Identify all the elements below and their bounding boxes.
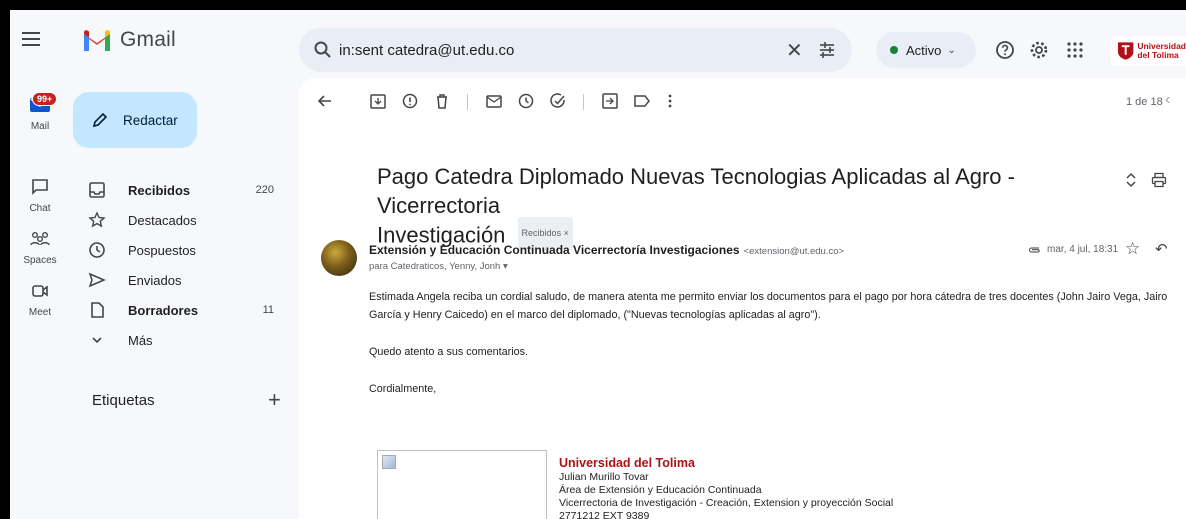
gmail-m-icon <box>84 30 110 51</box>
archive-icon[interactable] <box>369 92 387 110</box>
recipients-toggle[interactable]: para Catedraticos, Yenny, Jonh ▾ <box>369 261 508 272</box>
chevron-down-icon <box>92 337 102 344</box>
body-paragraph: Cordialmente, <box>369 383 437 395</box>
apps-grid-icon[interactable] <box>1065 40 1085 60</box>
nav-label: Enviados <box>128 272 182 288</box>
nav-item-sent[interactable]: Enviados <box>70 264 286 296</box>
main-menu-icon[interactable] <box>22 32 40 46</box>
status-dropdown[interactable]: Activo ⌄ <box>876 32 976 68</box>
nav-count: 11 <box>262 304 274 316</box>
chevron-left-icon[interactable]: ‹ <box>1165 91 1170 109</box>
sender-line: Extensión y Educación Continuada Vicerre… <box>369 243 844 257</box>
nav-item-drafts[interactable]: Borradores 11 <box>70 294 286 326</box>
gmail-logo[interactable]: Gmail <box>82 28 176 52</box>
delete-icon[interactable] <box>433 92 451 110</box>
add-label-icon[interactable]: + <box>268 387 281 413</box>
nav-label: Borradores <box>128 302 199 318</box>
app-rail: 99+ Mail Chat Spaces Meet <box>10 78 70 519</box>
expand-all-icon[interactable] <box>1123 172 1139 188</box>
clock-icon <box>89 242 105 258</box>
mail-navigation: Redactar Recibidos 220 Destacados Pospue… <box>70 78 290 519</box>
nav-label: Pospuestos <box>128 242 196 258</box>
move-to-icon[interactable] <box>601 92 619 110</box>
body-paragraph: Quedo atento a sus comentarios. <box>369 346 529 358</box>
send-icon <box>88 272 106 288</box>
rail-item-mail[interactable]: 99+ Mail <box>10 92 70 132</box>
nav-item-starred[interactable]: Destacados <box>70 204 286 236</box>
account-org-logo[interactable]: Universidad del Tolima <box>1111 36 1186 66</box>
nav-item-snoozed[interactable]: Pospuestos <box>70 234 286 266</box>
nav-item-inbox[interactable]: Recibidos 220 <box>70 174 286 206</box>
gmail-window: Gmail ✕ Activo ⌄ <box>10 10 1186 519</box>
rail-label: Spaces <box>23 255 57 266</box>
top-bar: Gmail ✕ Activo ⌄ <box>10 10 1186 78</box>
meet-icon <box>32 285 48 297</box>
message-date: mar, 4 jul, 18:31 <box>1027 244 1118 255</box>
inbox-icon <box>89 182 105 198</box>
nav-item-more[interactable]: Más <box>70 324 286 356</box>
active-status-dot <box>890 46 898 54</box>
back-arrow-icon[interactable] <box>316 92 334 110</box>
star-icon <box>88 211 106 228</box>
app-title: Gmail <box>120 28 176 51</box>
compose-label: Redactar <box>123 112 178 128</box>
message-body: Estimada Angela reciba un cordial saludo… <box>369 288 1186 417</box>
star-message-icon[interactable]: ☆ <box>1125 239 1140 259</box>
nav-label: Destacados <box>128 212 197 228</box>
print-icon[interactable] <box>1151 172 1167 188</box>
mark-unread-icon[interactable] <box>485 92 503 110</box>
rail-item-spaces[interactable]: Spaces <box>10 230 70 266</box>
chevron-down-icon: ⌄ <box>947 44 956 56</box>
rail-label: Chat <box>29 203 51 214</box>
reply-icon[interactable]: ↶ <box>1155 240 1168 258</box>
search-options-icon[interactable] <box>817 40 837 60</box>
nav-label: Recibidos <box>128 182 191 198</box>
toolbar-divider <box>467 94 468 110</box>
nav-label: Más <box>128 332 153 348</box>
draft-icon <box>91 302 104 318</box>
label-icon[interactable] <box>633 92 651 110</box>
report-spam-icon[interactable] <box>401 92 419 110</box>
status-label: Activo <box>906 42 942 58</box>
broken-image-icon <box>382 455 396 469</box>
sender-name[interactable]: Extensión y Educación Continuada Vicerre… <box>369 243 740 257</box>
settings-gear-icon[interactable] <box>1029 40 1049 60</box>
university-shield-icon <box>1117 42 1134 60</box>
search-bar[interactable]: ✕ <box>299 28 852 72</box>
signature-image-placeholder <box>377 450 547 519</box>
chat-icon <box>32 179 48 195</box>
search-input[interactable] <box>339 38 759 62</box>
sender-avatar[interactable] <box>321 240 357 276</box>
email-signature: Universidad del Tolima Julian Murillo To… <box>559 456 894 519</box>
message-subject: Pago Catedra Diplomado Nuevas Tecnologia… <box>377 162 1097 253</box>
toolbar-divider <box>583 94 584 110</box>
unread-badge: 99+ <box>32 92 58 106</box>
message-toolbar: 1 de 18 ‹ <box>299 78 1186 126</box>
search-icon[interactable] <box>313 40 333 60</box>
rail-label: Mail <box>30 121 50 132</box>
sender-email: <extension@ut.edu.co> <box>743 246 845 257</box>
message-view: 1 de 18 ‹ Pago Catedra Diplomado Nuevas … <box>299 78 1186 519</box>
spaces-icon <box>30 232 50 246</box>
compose-button[interactable]: Redactar <box>73 92 197 148</box>
pencil-icon <box>92 112 108 128</box>
snooze-clock-icon[interactable] <box>517 92 535 110</box>
attachment-icon <box>1028 246 1040 253</box>
add-task-icon[interactable] <box>549 92 567 110</box>
labels-heading: Etiquetas <box>92 392 155 409</box>
org-name: Universidad del Tolima <box>1137 41 1186 60</box>
rail-label: Meet <box>28 307 52 318</box>
clear-search-icon[interactable]: ✕ <box>786 38 803 63</box>
more-vert-icon[interactable] <box>661 92 679 110</box>
pagination-label: 1 de 18 <box>1126 96 1163 108</box>
help-icon[interactable] <box>995 40 1015 60</box>
body-paragraph: Estimada Angela reciba un cordial saludo… <box>369 291 1168 321</box>
rail-item-meet[interactable]: Meet <box>10 282 70 318</box>
nav-count: 220 <box>255 184 274 196</box>
rail-item-chat[interactable]: Chat <box>10 178 70 214</box>
